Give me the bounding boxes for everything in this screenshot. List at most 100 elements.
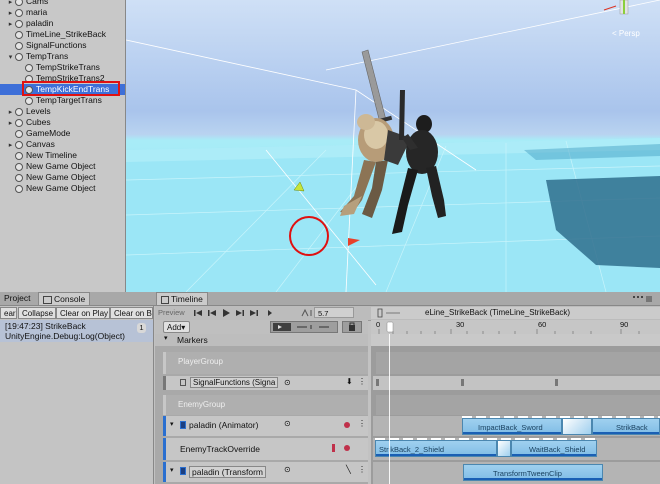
signal-track-icon	[180, 379, 186, 386]
clip-strike-back-2-shield-bar	[376, 454, 496, 456]
signal-track-lane[interactable]	[373, 376, 660, 390]
transform-collapse-icon[interactable]: ▾	[170, 466, 174, 474]
console-clear-on-play-button[interactable]: Clear on Play	[56, 307, 110, 319]
hierarchy-item[interactable]: ▸ Cams	[0, 0, 125, 7]
hierarchy-item-label: paladin	[26, 18, 54, 28]
hierarchy-item-label: Levels	[26, 106, 51, 116]
animator-track-label: paladin (Animator)	[189, 420, 259, 430]
hierarchy-item[interactable]: New Game Object	[0, 183, 125, 194]
transform-menu-icon[interactable]: ⋮	[358, 465, 366, 474]
persp-label[interactable]: < Persp	[612, 29, 640, 38]
hierarchy-item[interactable]: TempStrikeTrans	[0, 62, 125, 73]
loop-icon	[268, 310, 272, 316]
hierarchy-item[interactable]: New Game Object	[0, 172, 125, 183]
step-forward-icon	[236, 310, 242, 316]
clip-impact-back-sword[interactable]: ImpactBack_Sword	[462, 418, 562, 435]
console-clear-button[interactable]: ear	[0, 307, 17, 319]
hierarchy-item-label: TempTrans	[26, 51, 69, 61]
time-ruler[interactable]	[371, 320, 660, 335]
hierarchy-item-label: New Game Object	[26, 161, 96, 171]
playhead-line	[389, 334, 390, 484]
add-track-button[interactable]: Add▾	[163, 321, 190, 333]
panel-menu-icon[interactable]	[633, 295, 653, 302]
hierarchy-item-label: New Game Object	[26, 172, 96, 182]
hierarchy-item[interactable]: New Game Object	[0, 161, 125, 172]
hierarchy-item-label: Canvas	[26, 139, 55, 149]
signal-pin-icon[interactable]: ⬇	[346, 377, 353, 386]
markers-header[interactable]: ▾ Markers	[155, 334, 368, 346]
tab-timeline[interactable]: Timeline	[156, 292, 208, 305]
animator-target-icon[interactable]: ⊙	[284, 419, 291, 428]
tab-console[interactable]: Console	[38, 292, 91, 305]
hierarchy-item[interactable]: ▸ paladin	[0, 18, 125, 29]
blend-region-2[interactable]	[497, 440, 511, 457]
gameobject-icon	[25, 63, 33, 72]
asset-nav-icons[interactable]	[376, 308, 406, 318]
clip-strike-back-2-shield[interactable]: StrikBack_2_Shield	[375, 440, 497, 457]
clip-wait-back-shield[interactable]: WaitBack_Shield	[511, 440, 597, 457]
console-clear-on-build-button[interactable]: Clear on Bu	[110, 307, 153, 319]
hierarchy-item[interactable]: ▸ maria	[0, 7, 125, 18]
scene-canvas[interactable]: < Persp	[126, 0, 660, 292]
gameobject-icon	[25, 96, 33, 105]
playhead-handle[interactable]	[386, 320, 394, 334]
clip-transform-tween[interactable]: TransformTweenClip	[463, 464, 603, 481]
hierarchy-item-label: New Game Object	[26, 183, 96, 193]
hierarchy-item-label: GameMode	[26, 128, 71, 138]
signal-track-header[interactable]: SignalFunctions (Signa ⊙ ⬇ ⋮	[163, 376, 368, 390]
step-back-icon	[210, 310, 216, 316]
hierarchy-item[interactable]: ▸ Levels	[0, 106, 125, 117]
gameobject-icon	[15, 162, 23, 171]
hierarchy-item[interactable]: ▸ Canvas	[0, 139, 125, 150]
transform-track-icon	[180, 467, 186, 475]
hierarchy-item[interactable]: New Timeline	[0, 150, 125, 161]
blend-region-1[interactable]	[562, 418, 592, 435]
timeline-preview-toggle[interactable]: Preview	[158, 308, 185, 317]
scene-gizmo[interactable]	[603, 0, 629, 15]
animator-record-icon[interactable]	[344, 422, 350, 428]
clip-transform-tween-label: TransformTweenClip	[493, 469, 562, 478]
enemy-group-header[interactable]: EnemyGroup	[163, 395, 368, 415]
override-track-header[interactable]: EnemyTrackOverride	[163, 438, 368, 460]
animator-collapse-icon[interactable]: ▾	[170, 420, 174, 428]
console-collapse-button[interactable]: Collapse	[18, 307, 56, 319]
ruler-tick-90: 90	[620, 320, 629, 329]
gameobject-icon	[15, 41, 23, 50]
hierarchy-item-label: TempTargetTrans	[36, 95, 102, 105]
clip-wait-back-shield-bar	[512, 454, 596, 456]
hierarchy-item[interactable]: ▾ TempTrans	[0, 51, 125, 62]
gameobject-icon	[15, 8, 23, 17]
frame-field[interactable]: 5.7	[314, 307, 354, 318]
add-dropdown-icon: ▾	[181, 323, 186, 332]
transform-target-icon[interactable]: ⊙	[284, 465, 291, 474]
console-log-line1: [19:47:23] StrikeBack	[5, 321, 86, 331]
markers-track[interactable]	[371, 334, 660, 346]
clip-impact-back-sword-label: ImpactBack_Sword	[478, 423, 543, 432]
player-group-header[interactable]: PlayerGroup	[163, 352, 368, 374]
clip-transform-tween-bar	[464, 478, 602, 480]
clip-wait-back-shield-label: WaitBack_Shield	[529, 445, 586, 454]
transform-track-header[interactable]: ▾ paladin (Transform ⊙ ╲ ⋮	[163, 462, 368, 482]
hierarchy-item[interactable]: TempTargetTrans	[0, 95, 125, 106]
animator-menu-icon[interactable]: ⋮	[358, 419, 366, 428]
transform-track-label: paladin (Transform	[189, 466, 267, 478]
lock-icon[interactable]	[342, 321, 362, 333]
hierarchy-item-label: Cams	[26, 0, 49, 6]
gameobject-icon	[15, 19, 23, 28]
selection-highlight-box	[22, 81, 120, 96]
hierarchy-item[interactable]: ▸ Cubes	[0, 117, 125, 128]
scene-view[interactable]: < Persp	[126, 0, 660, 292]
animator-track-header[interactable]: ▾ paladin (Animator) ⊙ ⋮	[163, 416, 368, 436]
tab-project[interactable]: Project	[0, 292, 34, 305]
transform-curve-icon[interactable]: ╲	[346, 465, 351, 474]
hierarchy-item[interactable]: SignalFunctions	[0, 40, 125, 51]
edit-mode-group[interactable]	[270, 321, 338, 333]
hierarchy-item[interactable]: GameMode	[0, 128, 125, 139]
signal-target-icon[interactable]: ⊙	[284, 378, 291, 387]
clip-strike-back[interactable]: StrikBack	[592, 418, 660, 435]
signal-menu-icon[interactable]: ⋮	[358, 377, 366, 386]
markers-toggle-icon[interactable]: ▾	[164, 334, 168, 342]
hierarchy-item[interactable]: TimeLine_StrikeBack	[0, 29, 125, 40]
override-mute-icon[interactable]	[332, 444, 335, 452]
override-record-icon[interactable]	[344, 445, 350, 451]
